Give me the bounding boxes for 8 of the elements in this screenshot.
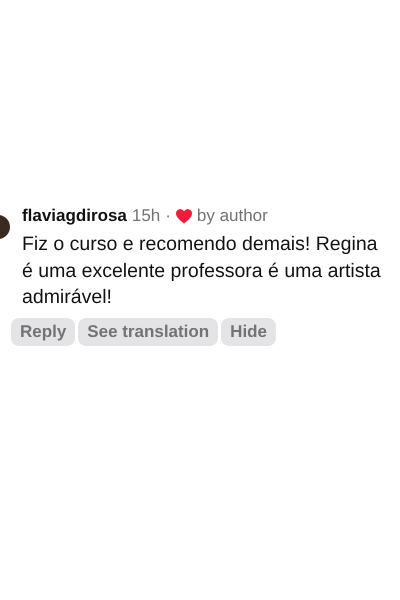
liked-label: by author (196, 205, 268, 227)
action-button[interactable]: Hide (221, 318, 276, 346)
action-button[interactable]: See translation (78, 318, 218, 346)
separator: · (165, 205, 171, 227)
comment-time: 15h (132, 205, 160, 227)
comment-text: Fiz o curso e recomendo demais! Regina é uma excelente professora é uma artista admirável! (22, 232, 382, 310)
action-button[interactable]: Reply (11, 318, 76, 346)
username[interactable]: flaviagdirosa (22, 205, 127, 227)
